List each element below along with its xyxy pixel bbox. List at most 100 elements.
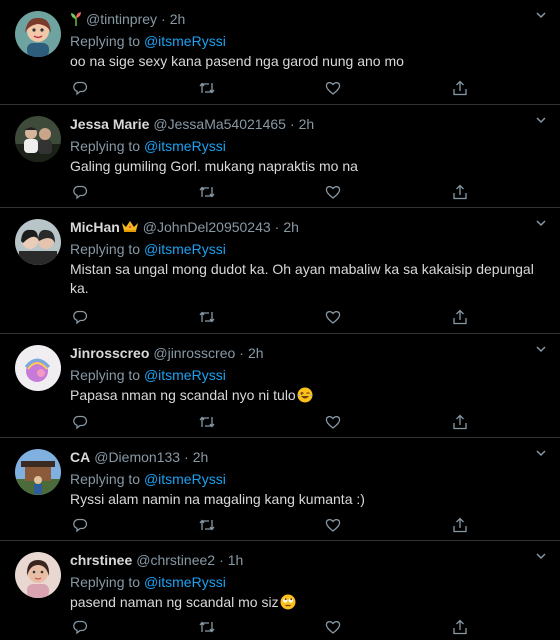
separator-dot: · [274, 219, 280, 235]
reply-button[interactable] [70, 617, 90, 637]
chevron-down-icon[interactable] [534, 113, 548, 127]
avatar[interactable] [15, 116, 61, 162]
share-icon [453, 517, 467, 533]
plant-icon [71, 12, 81, 26]
reply-icon [73, 185, 88, 200]
display-name[interactable]: chrstinee [70, 552, 132, 568]
chevron-down-icon[interactable] [534, 8, 548, 22]
user-handle[interactable]: @jinrosscreo [153, 345, 235, 361]
avatar[interactable] [15, 449, 61, 495]
tweet-actions [70, 182, 470, 202]
tweet-actions [70, 307, 470, 327]
avatar[interactable] [15, 219, 61, 265]
tweet-header: @tintinprey · 2h [70, 10, 185, 28]
timestamp[interactable]: 2h [248, 345, 264, 361]
mention-link[interactable]: @itsmeRyssi [144, 367, 226, 383]
chevron-down-icon[interactable] [534, 549, 548, 563]
chevron-down-icon[interactable] [534, 342, 548, 356]
like-icon [326, 519, 341, 532]
mention-link[interactable]: @itsmeRyssi [144, 574, 226, 590]
retweet-button[interactable] [197, 307, 217, 327]
retweet-button[interactable] [197, 78, 217, 98]
timestamp[interactable]: 2h [299, 116, 315, 132]
reply-context: Replying to @itsmeRyssi [70, 240, 226, 258]
like-icon [326, 186, 341, 199]
tweet-text: Ryssi alam namin na magaling kang kumant… [70, 491, 365, 507]
like-button[interactable] [323, 182, 343, 202]
retweet-button[interactable] [197, 182, 217, 202]
display-name[interactable]: Jessa Marie [70, 116, 149, 132]
tweet-text: pasend naman ng scandal mo siz [70, 594, 279, 610]
share-icon [453, 80, 467, 96]
tweet-header: Jessa Marie @JessaMa54021465 · 2h [70, 115, 314, 133]
chevron-down-icon[interactable] [534, 446, 548, 460]
timestamp[interactable]: 2h [170, 11, 186, 27]
like-button[interactable] [323, 307, 343, 327]
tweet-header: CA @Diemon133 · 2h [70, 448, 208, 466]
share-icon [453, 184, 467, 200]
user-handle[interactable]: @JohnDel20950243 [143, 219, 271, 235]
tweet[interactable]: chrstinee @chrstinee2 · 1h Replying to @its… [0, 541, 560, 640]
like-icon [326, 621, 341, 634]
retweet-button[interactable] [197, 412, 217, 432]
tweet[interactable]: Jinrosscreo @jinrosscreo · 2h Replying to @… [0, 334, 560, 438]
share-button[interactable] [450, 307, 470, 327]
display-name[interactable]: CA [70, 449, 90, 465]
retweet-button[interactable] [197, 515, 217, 535]
timestamp[interactable]: 2h [193, 449, 209, 465]
tweet-actions [70, 412, 470, 432]
share-icon [453, 414, 467, 430]
share-button[interactable] [450, 412, 470, 432]
share-button[interactable] [450, 617, 470, 637]
like-button[interactable] [323, 412, 343, 432]
reply-prefix: Replying to [70, 241, 141, 257]
reply-icon [73, 415, 88, 430]
user-handle[interactable]: @JessaMa54021465 [153, 116, 286, 132]
separator-dot: · [219, 552, 224, 568]
tweet-header: MicHan @JohnDel20950243 · 2h [70, 218, 299, 236]
user-handle[interactable]: @tintinprey [86, 11, 157, 27]
share-button[interactable] [450, 78, 470, 98]
reply-button[interactable] [70, 78, 90, 98]
crown-icon [121, 221, 138, 232]
reply-button[interactable] [70, 412, 90, 432]
reply-button[interactable] [70, 515, 90, 535]
reply-button[interactable] [70, 307, 90, 327]
tweet[interactable]: Jessa Marie @JessaMa54021465 · 2h Replying … [0, 105, 560, 208]
reply-context: Replying to @itsmeRyssi [70, 32, 226, 50]
share-button[interactable] [450, 515, 470, 535]
mention-link[interactable]: @itsmeRyssi [144, 138, 226, 154]
retweet-icon [199, 311, 215, 323]
display-name[interactable]: Jinrosscreo [70, 345, 149, 361]
mention-link[interactable]: @itsmeRyssi [144, 471, 226, 487]
retweet-icon [199, 519, 215, 531]
avatar[interactable] [15, 11, 61, 57]
chevron-down-icon[interactable] [534, 216, 548, 230]
like-button[interactable] [323, 78, 343, 98]
mention-link[interactable]: @itsmeRyssi [144, 33, 226, 49]
user-handle[interactable]: @chrstinee2 [136, 552, 215, 568]
reply-prefix: Replying to [70, 138, 141, 154]
retweet-icon [199, 416, 215, 428]
timestamp[interactable]: 1h [228, 552, 244, 568]
tweet[interactable]: MicHan @JohnDel20950243 · 2h Replying to @i… [0, 208, 560, 334]
share-button[interactable] [450, 182, 470, 202]
timestamp[interactable]: 2h [283, 219, 299, 235]
tweet[interactable]: @tintinprey · 2h Replying to @itsmeRyssi o… [0, 0, 560, 105]
reply-button[interactable] [70, 182, 90, 202]
tweet-text: Mistan sa ungal mong dudot ka. Oh ayan m… [70, 261, 534, 296]
avatar[interactable] [15, 345, 61, 391]
avatar[interactable] [15, 552, 61, 598]
mention-link[interactable]: @itsmeRyssi [144, 241, 226, 257]
tweet-header: chrstinee @chrstinee2 · 1h [70, 551, 243, 569]
user-handle[interactable]: @Diemon133 [94, 449, 180, 465]
retweet-button[interactable] [197, 617, 217, 637]
rolling-eyes-emoji-icon [280, 594, 296, 610]
like-button[interactable] [323, 617, 343, 637]
tweet[interactable]: CA @Diemon133 · 2h Replying to @itsmeRyssi … [0, 438, 560, 541]
reply-icon [73, 81, 88, 96]
like-button[interactable] [323, 515, 343, 535]
display-name[interactable]: MicHan [70, 219, 120, 235]
like-icon [326, 311, 341, 324]
tweet-actions [70, 78, 470, 98]
